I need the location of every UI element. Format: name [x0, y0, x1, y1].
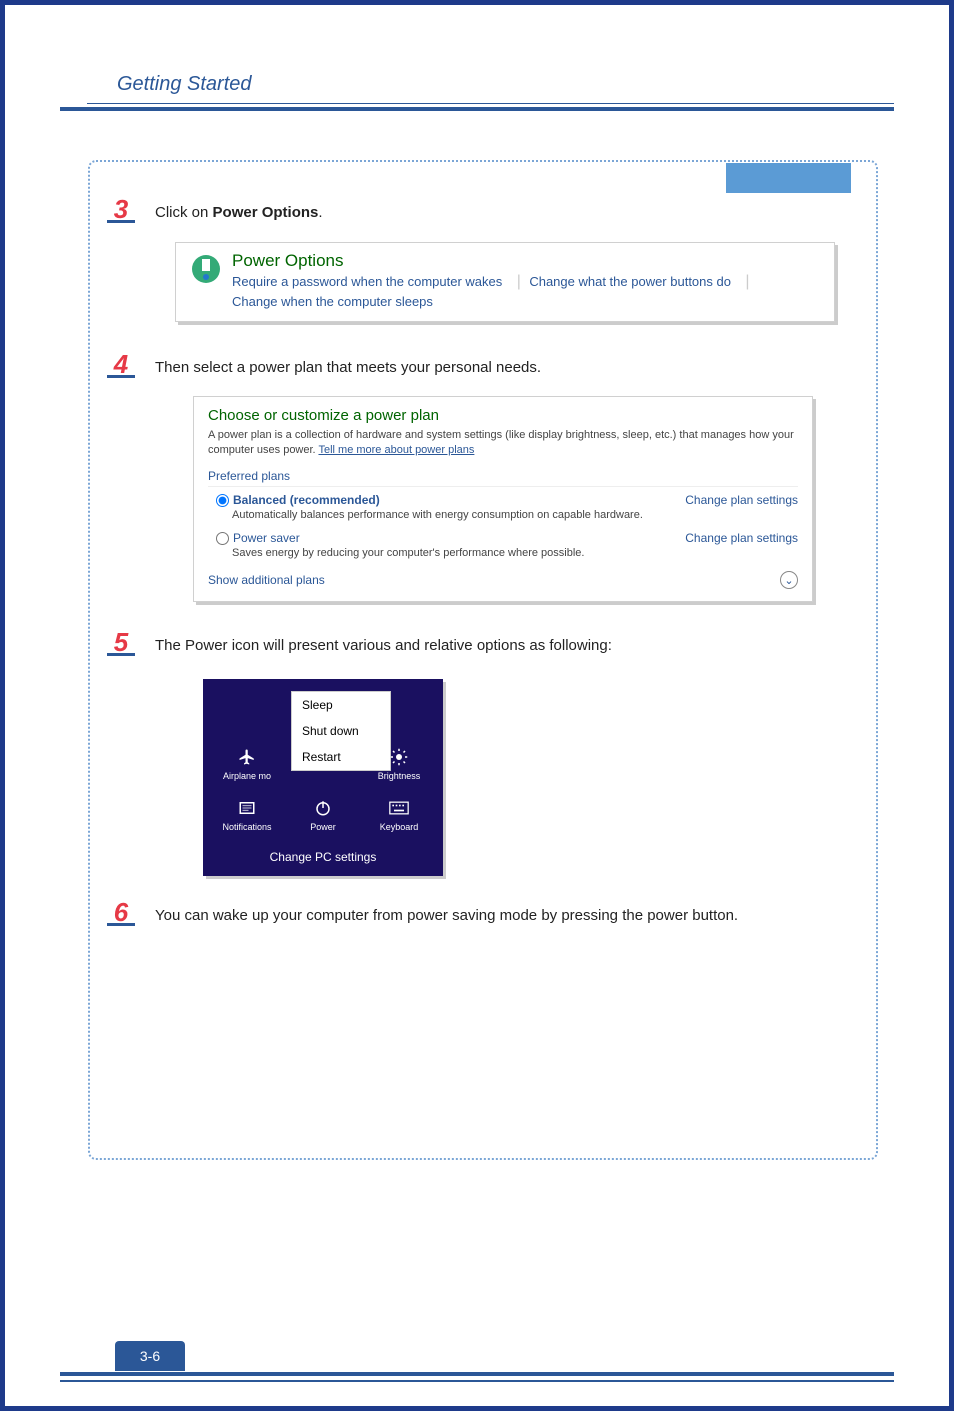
plan-balanced-desc: Automatically balances performance with … — [208, 509, 798, 521]
divider — [208, 486, 798, 487]
header-rule-thick — [60, 107, 894, 111]
step-4-text: Then select a power plan that meets your… — [155, 354, 861, 383]
step-5-text: The Power icon will present various and … — [155, 632, 861, 661]
page-header-title: Getting Started — [117, 73, 252, 96]
power-icon — [293, 797, 353, 819]
tile-airplane-mode[interactable]: Airplane mo — [217, 746, 277, 781]
step-number-6: 6 — [107, 898, 135, 926]
charms-settings-panel: Sleep Shut down Restart Airplane mo — [203, 679, 443, 876]
brand-tab — [726, 163, 851, 193]
link-require-password[interactable]: Require a password when the computer wak… — [232, 274, 502, 289]
airplane-icon — [217, 746, 277, 768]
power-options-panel: Power Options Require a password when th… — [175, 242, 835, 322]
preferred-plans-label: Preferred plans — [208, 469, 798, 483]
expand-button[interactable]: ⌄ — [780, 571, 798, 589]
step-3: 3 Click on Power Options. Power Options … — [105, 195, 861, 322]
step-4: 4 Then select a power plan that meets yo… — [105, 350, 861, 603]
power-plan-title: Choose or customize a power plan — [208, 407, 798, 424]
menu-sleep[interactable]: Sleep — [292, 692, 390, 718]
power-options-title[interactable]: Power Options — [232, 251, 754, 271]
header-rule-thin — [87, 103, 894, 104]
footer-rule-thick — [60, 1372, 894, 1376]
tile-keyboard[interactable]: Keyboard — [369, 797, 429, 832]
tile-notifications[interactable]: Notifications — [217, 797, 277, 832]
separator: | — [745, 273, 749, 290]
footer-rule-thin — [60, 1380, 894, 1382]
step-number-3: 3 — [107, 195, 135, 223]
radio-powersaver-input[interactable] — [216, 532, 229, 545]
plan-balanced-row: Balanced (recommended) Change plan setti… — [208, 493, 798, 507]
tile-brightness[interactable]: Brightness — [369, 746, 429, 781]
separator: | — [517, 273, 521, 290]
show-additional-plans-label: Show additional plans — [208, 573, 325, 587]
content-frame: 3 Click on Power Options. Power Options … — [88, 160, 878, 1160]
show-additional-plans-row: Show additional plans ⌄ — [208, 571, 798, 589]
power-plan-panel: Choose or customize a power plan A power… — [193, 396, 813, 602]
step-3-text: Click on Power Options. — [155, 199, 861, 228]
step-5: 5 The Power icon will present various an… — [105, 628, 861, 876]
keyboard-icon — [369, 797, 429, 819]
link-change-pc-settings[interactable]: Change PC settings — [203, 844, 443, 876]
radio-powersaver[interactable]: Power saver — [216, 531, 300, 545]
brightness-icon — [369, 746, 429, 768]
step-6: 6 You can wake up your computer from pow… — [105, 898, 861, 931]
radio-balanced[interactable]: Balanced (recommended) — [216, 493, 380, 507]
radio-balanced-input[interactable] — [216, 494, 229, 507]
power-options-category-icon — [188, 251, 224, 287]
notifications-icon — [217, 797, 277, 819]
power-plan-description: A power plan is a collection of hardware… — [208, 428, 798, 459]
step-number-5: 5 — [107, 628, 135, 656]
link-change-settings-balanced[interactable]: Change plan settings — [685, 493, 798, 507]
link-change-settings-powersaver[interactable]: Change plan settings — [685, 531, 798, 545]
link-tell-me-more[interactable]: Tell me more about power plans — [318, 444, 474, 456]
menu-shutdown[interactable]: Shut down — [292, 718, 390, 744]
plan-powersaver-row: Power saver Change plan settings — [208, 531, 798, 545]
step-6-text: You can wake up your computer from power… — [155, 902, 861, 931]
link-power-buttons[interactable]: Change what the power buttons do — [529, 274, 731, 289]
link-computer-sleeps[interactable]: Change when the computer sleeps — [232, 294, 433, 309]
tile-power[interactable]: Power — [293, 797, 353, 832]
page-number-badge: 3-6 — [115, 1341, 185, 1371]
plan-powersaver-desc: Saves energy by reducing your computer's… — [208, 547, 798, 559]
step-number-4: 4 — [107, 350, 135, 378]
